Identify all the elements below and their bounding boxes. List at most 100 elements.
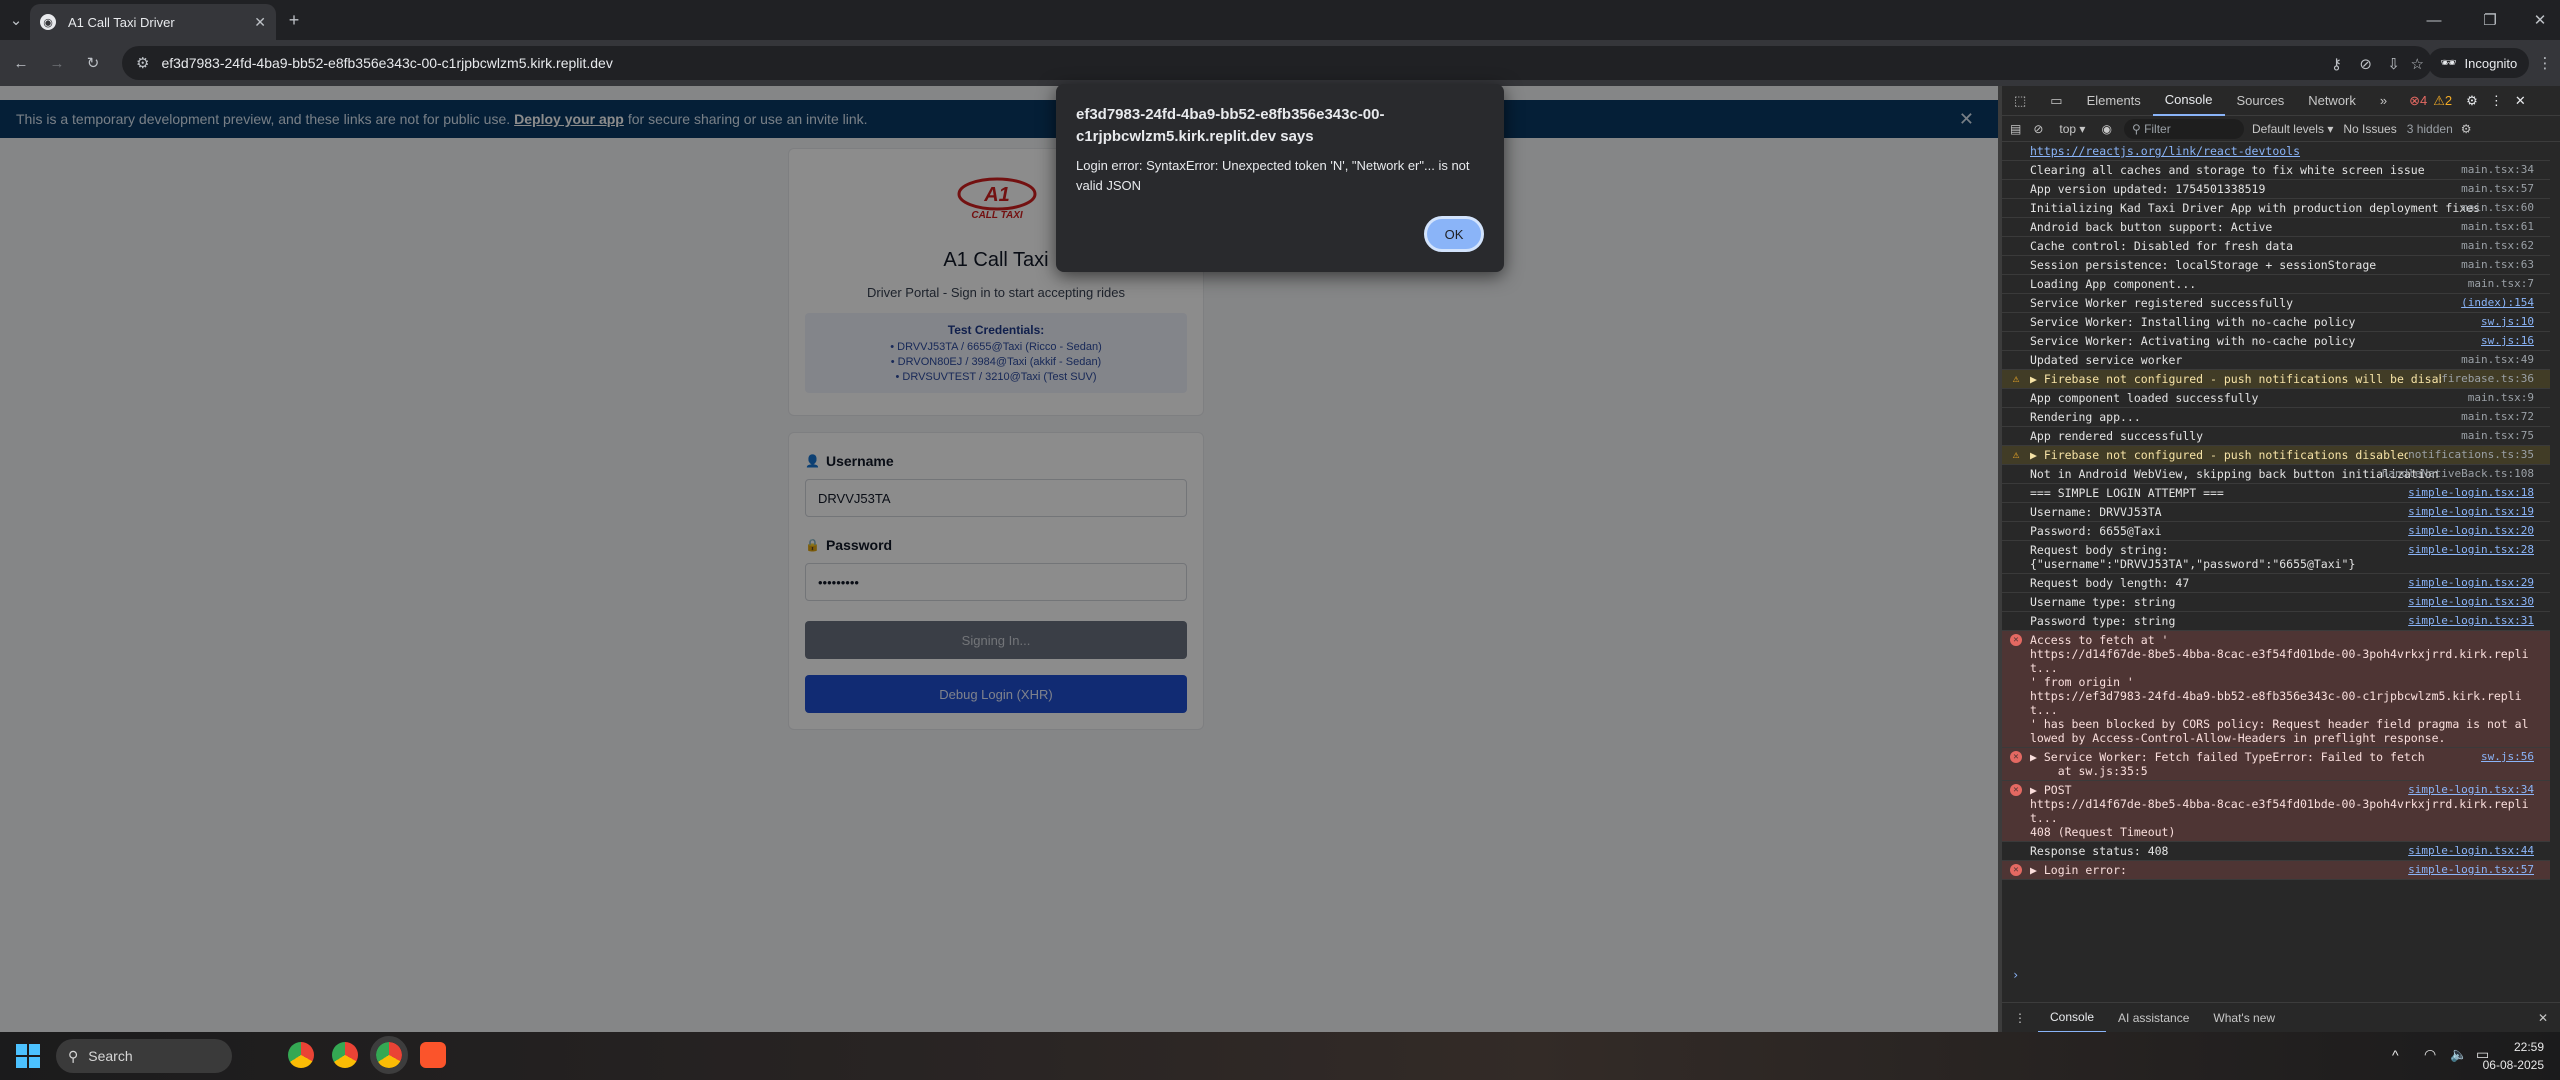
log-source-link[interactable]: main.tsx:9 xyxy=(2468,391,2534,405)
log-source-link[interactable]: main.tsx:49 xyxy=(2461,353,2534,367)
console-log-warn[interactable]: ⚠ ▶ Firebase not configured - push notifi… xyxy=(2002,446,2550,465)
log-source-link[interactable]: simple-login.tsx:57 xyxy=(2408,863,2534,877)
log-source-link[interactable]: main.tsx:72 xyxy=(2461,410,2534,424)
console-log-err[interactable]: ✕ ▶ Login error: simple-login.tsx:57 xyxy=(2002,861,2550,880)
log-text: Loading App component... xyxy=(2030,277,2197,291)
incognito-badge[interactable]: 🕶 Incognito xyxy=(2428,48,2530,78)
console-log-err[interactable]: ✕ ▶ POST https://d14f67de-8be5-4bba-8cac-… xyxy=(2002,781,2550,842)
eye-off-icon[interactable]: ⊘ xyxy=(2359,55,2372,73)
log-text: App version updated: 1754501338519 xyxy=(2030,182,2266,196)
log-text: Service Worker: Installing with no-cache… xyxy=(2030,315,2356,329)
more-tabs-icon[interactable]: » xyxy=(2368,86,2399,116)
wifi-icon[interactable]: ◠ xyxy=(2424,1046,2436,1063)
bookmark-star-icon[interactable]: ☆ xyxy=(2411,55,2424,73)
log-source-link[interactable]: main.tsx:61 xyxy=(2461,220,2534,234)
log-text: Cache control: Disabled for fresh data xyxy=(2030,239,2294,253)
drawer-tab-console[interactable]: Console xyxy=(2038,1003,2107,1033)
console-prompt-icon[interactable]: › xyxy=(2012,968,2019,982)
inspect-element-icon[interactable]: ⬚ xyxy=(2002,86,2038,116)
log-source-link[interactable]: main.tsx:57 xyxy=(2461,182,2534,196)
log-source-link[interactable]: main.tsx:75 xyxy=(2461,429,2534,443)
taskbar-search[interactable]: ⚲ Search xyxy=(56,1039,232,1073)
tab-close-icon[interactable]: ✕ xyxy=(254,14,266,31)
log-text: Access to fetch at ' https://d14f67de-8b… xyxy=(2030,633,2529,745)
key-icon[interactable]: ⚷ xyxy=(2331,55,2342,73)
log-source-link[interactable]: sw.js:56 xyxy=(2481,750,2534,764)
log-source-link[interactable]: main.tsx:34 xyxy=(2461,163,2534,177)
console-log-err[interactable]: ✕ ▶ Service Worker: Fetch failed TypeErro… xyxy=(2002,748,2550,781)
tray-chevron-icon[interactable]: ^ xyxy=(2392,1047,2399,1063)
log-levels-select[interactable]: Default levels ▾ xyxy=(2252,122,2333,136)
log-source-link[interactable]: sw.js:16 xyxy=(2481,334,2534,348)
log-source-link[interactable]: main.tsx:7 xyxy=(2468,277,2534,291)
windows-start-icon[interactable] xyxy=(16,1044,40,1068)
context-select[interactable]: top ▾ xyxy=(2059,122,2085,136)
log-source-link[interactable]: simple-login.tsx:18 xyxy=(2408,486,2534,500)
dialog-ok-button[interactable]: OK xyxy=(1424,216,1484,252)
tab-sources[interactable]: Sources xyxy=(2225,86,2297,116)
window-close-icon[interactable]: ✕ xyxy=(2530,10,2550,30)
log-source-link[interactable]: simple-login.tsx:34 xyxy=(2408,783,2534,797)
new-tab-icon[interactable]: + xyxy=(284,10,304,30)
log-text: Request body string: {"username":"DRVVJ5… xyxy=(2030,543,2356,571)
log-source-link[interactable]: main.tsx:60 xyxy=(2461,201,2534,215)
clear-console-icon[interactable]: ⊘ xyxy=(2033,122,2043,136)
issues-button[interactable]: No Issues xyxy=(2343,122,2396,136)
restore-icon[interactable]: ❐ xyxy=(2480,10,2500,30)
log-source-link[interactable]: simple-login.tsx:20 xyxy=(2408,524,2534,538)
chrome-icon[interactable] xyxy=(288,1042,314,1068)
back-icon[interactable]: ← xyxy=(12,54,30,72)
error-count-badge[interactable]: ⊗4 xyxy=(2409,93,2427,109)
tab-network[interactable]: Network xyxy=(2296,86,2368,116)
devtools-settings-icon[interactable]: ⚙ xyxy=(2466,93,2478,109)
drawer-tab-ai-assistance[interactable]: AI assistance xyxy=(2106,1003,2201,1033)
console-settings-icon[interactable]: ⚙ xyxy=(2461,122,2472,136)
browser-tab[interactable]: ◉ A1 Call Taxi Driver ✕ xyxy=(30,4,276,40)
sidebar-toggle-icon[interactable]: ▤ xyxy=(2010,122,2021,136)
chrome-profile-icon[interactable] xyxy=(332,1042,358,1068)
drawer-close-icon[interactable]: ✕ xyxy=(2526,1003,2560,1033)
log-source-link[interactable]: sw.js:10 xyxy=(2481,315,2534,329)
site-info-icon[interactable]: ⚙ xyxy=(136,54,149,72)
log-source-link[interactable]: simple-login.tsx:44 xyxy=(2408,844,2534,858)
log-source-link[interactable]: main.tsx:62 xyxy=(2461,239,2534,253)
log-source-link[interactable]: handleNativeBack.ts:108 xyxy=(2382,467,2534,481)
tab-search-icon[interactable]: ⌄ xyxy=(8,12,24,29)
reload-icon[interactable]: ↻ xyxy=(84,54,102,72)
log-source-link[interactable]: simple-login.tsx:30 xyxy=(2408,595,2534,609)
download-icon[interactable]: ⇩ xyxy=(2387,55,2400,73)
log-source-link[interactable]: simple-login.tsx:29 xyxy=(2408,576,2534,590)
browser-menu-icon[interactable]: ⋮ xyxy=(2536,54,2554,72)
log-source-link[interactable]: (index):154 xyxy=(2461,296,2534,310)
address-bar[interactable]: ⚙ ef3d7983-24fd-4ba9-bb52-e8fb356e343c-0… xyxy=(122,46,2432,80)
taskbar-search-label: Search xyxy=(88,1048,133,1064)
drawer-tab-whats-new[interactable]: What's new xyxy=(2201,1003,2287,1033)
incognito-label: Incognito xyxy=(2464,55,2518,71)
drawer-menu-icon[interactable]: ⋮ xyxy=(2002,1003,2038,1033)
log-source-link[interactable]: firebase.ts:36 xyxy=(2441,372,2534,386)
minimize-icon[interactable]: — xyxy=(2424,10,2444,30)
incognito-icon: 🕶 xyxy=(2440,55,2457,70)
device-toolbar-icon[interactable]: ▭ xyxy=(2038,86,2074,116)
log-source-link[interactable]: main.tsx:63 xyxy=(2461,258,2534,272)
volume-icon[interactable]: 🔈 xyxy=(2450,1046,2467,1063)
live-expression-icon[interactable]: ◉ xyxy=(2101,122,2111,136)
console-log-warn[interactable]: ⚠ ▶ Firebase not configured - push notifi… xyxy=(2002,370,2550,389)
log-source-link[interactable]: simple-login.tsx:31 xyxy=(2408,614,2534,628)
chrome-incognito-icon[interactable] xyxy=(370,1036,408,1074)
error-icon: ✕ xyxy=(2010,751,2022,763)
brave-icon[interactable] xyxy=(420,1042,446,1068)
console-log-info: Updated service worker main.tsx:49 xyxy=(2002,351,2550,370)
log-source-link[interactable]: simple-login.tsx:28 xyxy=(2408,543,2534,557)
system-clock[interactable]: 22:59 06-08-2025 xyxy=(2483,1038,2544,1074)
tab-console[interactable]: Console xyxy=(2152,86,2225,116)
log-source-link[interactable]: simple-login.tsx:19 xyxy=(2408,505,2534,519)
console-log-info: Rendering app... main.tsx:72 xyxy=(2002,408,2550,427)
tab-elements[interactable]: Elements xyxy=(2075,86,2153,116)
devtools-close-icon[interactable]: ✕ xyxy=(2515,93,2526,109)
console-filter-input[interactable]: ⚲ Filter xyxy=(2123,118,2244,139)
log-source-link[interactable]: notifications.ts:35 xyxy=(2408,448,2534,462)
forward-icon[interactable]: → xyxy=(48,54,66,72)
devtools-menu-icon[interactable]: ⋮ xyxy=(2490,93,2503,109)
warning-count-badge[interactable]: ⚠2 xyxy=(2433,93,2452,109)
